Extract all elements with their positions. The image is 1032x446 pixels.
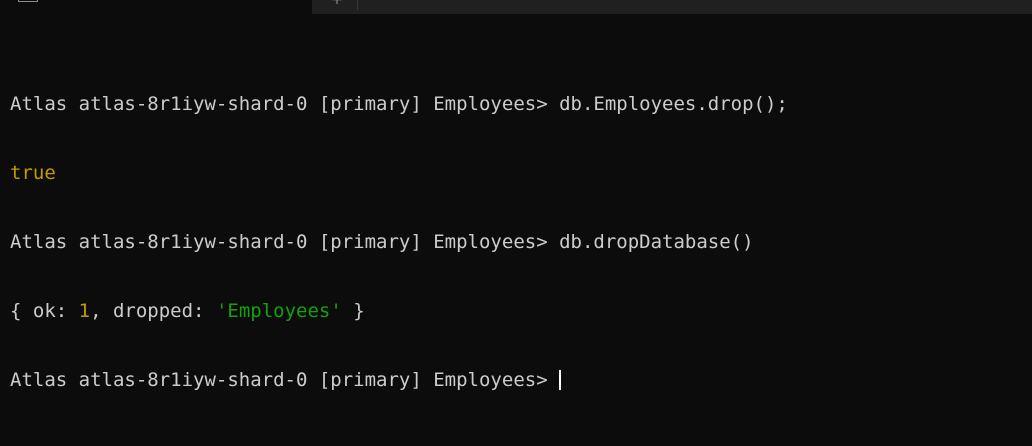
terminal-window: + Atlas atlas-8r1iyw-shard-0 [primary] E… [0, 0, 1032, 446]
output-boolean: true [10, 162, 56, 184]
output-string: 'Employees' [215, 300, 342, 322]
tab-separator [357, 0, 358, 10]
shell-command: db.Employees.drop(); [559, 93, 788, 115]
output-object-close: } [341, 300, 365, 322]
output-object-open: { ok: [10, 300, 79, 322]
tab-active[interactable] [0, 0, 312, 14]
terminal-line: Atlas atlas-8r1iyw-shard-0 [primary] Emp… [10, 93, 1022, 116]
tab-title [52, 0, 252, 2]
terminal-output[interactable]: Atlas atlas-8r1iyw-shard-0 [primary] Emp… [10, 47, 1022, 438]
new-tab-button[interactable]: + [326, 0, 348, 10]
tab-bar: + [0, 0, 1032, 14]
shell-prompt: Atlas atlas-8r1iyw-shard-0 [primary] Emp… [10, 231, 560, 253]
text-cursor [559, 370, 562, 390]
terminal-icon [18, 0, 38, 2]
terminal-line: { ok: 1, dropped: 'Employees' } [10, 300, 1022, 323]
shell-prompt: Atlas atlas-8r1iyw-shard-0 [primary] Emp… [10, 369, 560, 391]
terminal-line-active[interactable]: Atlas atlas-8r1iyw-shard-0 [primary] Emp… [10, 369, 1022, 392]
terminal-line: true [10, 162, 1022, 185]
output-object-mid: , dropped: [90, 300, 216, 322]
output-number: 1 [78, 300, 91, 322]
shell-prompt: Atlas atlas-8r1iyw-shard-0 [primary] Emp… [10, 93, 560, 115]
shell-command: db.dropDatabase() [559, 231, 754, 253]
terminal-line: Atlas atlas-8r1iyw-shard-0 [primary] Emp… [10, 231, 1022, 254]
